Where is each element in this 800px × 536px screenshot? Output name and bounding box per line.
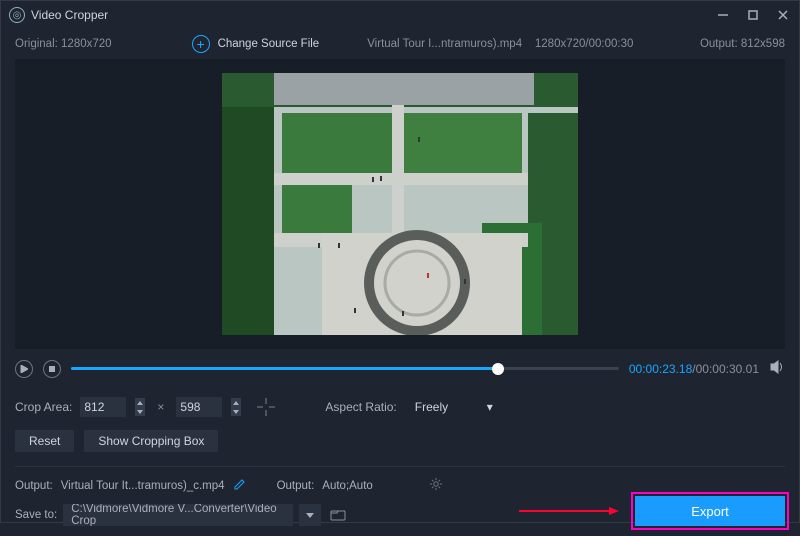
timeline-row: 00:00:23.18/00:00:30.01 bbox=[1, 349, 799, 388]
app-logo-icon: ◎ bbox=[9, 7, 25, 23]
app-title: Video Cropper bbox=[31, 8, 108, 22]
add-source-icon[interactable]: + bbox=[192, 35, 210, 53]
maximize-button[interactable] bbox=[745, 7, 761, 23]
gear-icon[interactable] bbox=[429, 477, 443, 494]
close-button[interactable] bbox=[775, 7, 791, 23]
save-row: Save to: C:\Vidmore\Vidmore V...Converte… bbox=[1, 500, 799, 536]
output-dims-label: Output: 812x598 bbox=[700, 38, 785, 50]
seek-slider[interactable] bbox=[71, 367, 619, 370]
divider bbox=[15, 466, 785, 467]
video-frame-image bbox=[222, 73, 578, 335]
center-crop-icon[interactable] bbox=[253, 396, 279, 418]
crop-width-input[interactable]: 812 bbox=[80, 397, 126, 417]
titlebar: ◎ Video Cropper bbox=[1, 1, 799, 29]
annotation-arrow bbox=[519, 506, 619, 516]
seek-thumb[interactable] bbox=[492, 363, 504, 375]
stop-button[interactable] bbox=[43, 360, 61, 378]
minimize-button[interactable] bbox=[715, 7, 731, 23]
save-to-label: Save to: bbox=[15, 509, 57, 521]
output-file-label: Output: bbox=[15, 480, 53, 492]
output-filename: Virtual Tour It...tramuros)_c.mp4 bbox=[61, 480, 225, 492]
chevron-down-icon bbox=[231, 407, 241, 416]
aspect-ratio-label: Aspect Ratio: bbox=[325, 400, 396, 414]
chevron-down-icon: ▾ bbox=[487, 400, 493, 414]
source-file-info: Virtual Tour I...ntramuros).mp4 1280x720… bbox=[367, 38, 633, 50]
show-cropping-box-button[interactable]: Show Cropping Box bbox=[84, 430, 218, 452]
window-controls bbox=[715, 7, 791, 23]
timecode: 00:00:23.18/00:00:30.01 bbox=[629, 362, 759, 376]
chevron-down-icon bbox=[135, 407, 145, 416]
original-dims-label: Original: 1280x720 bbox=[15, 38, 112, 50]
crop-height-spinner[interactable] bbox=[231, 398, 241, 416]
edit-icon[interactable] bbox=[233, 477, 247, 494]
change-source-link[interactable]: Change Source File bbox=[218, 38, 320, 50]
crop-width-spinner[interactable] bbox=[135, 398, 145, 416]
output-encode-value: Auto;Auto bbox=[322, 480, 373, 492]
output-encode-label: Output: bbox=[277, 480, 315, 492]
export-button[interactable]: Export bbox=[635, 496, 785, 526]
times-symbol: × bbox=[157, 400, 164, 414]
chevron-up-icon bbox=[231, 398, 241, 407]
crop-buttons-row: Reset Show Cropping Box bbox=[1, 422, 799, 462]
crop-height-input[interactable]: 598 bbox=[176, 397, 222, 417]
crop-controls: Crop Area: 812 × 598 Aspect Ratio: Freel… bbox=[1, 388, 799, 422]
reset-button[interactable]: Reset bbox=[15, 430, 74, 452]
aspect-ratio-select[interactable]: Freely ▾ bbox=[409, 397, 499, 417]
volume-icon[interactable] bbox=[769, 359, 785, 378]
play-button[interactable] bbox=[15, 360, 33, 378]
crop-area-label: Crop Area: bbox=[15, 400, 72, 414]
chevron-up-icon bbox=[135, 398, 145, 407]
video-preview[interactable] bbox=[15, 59, 785, 349]
info-bar: Original: 1280x720 + Change Source File … bbox=[1, 29, 799, 59]
